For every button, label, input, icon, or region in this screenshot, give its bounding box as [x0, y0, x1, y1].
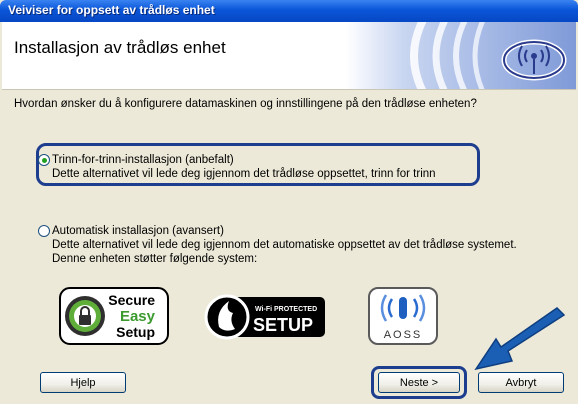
wifi-protected-setup-logo: Wi-Fi PROTECTED SETUP: [204, 294, 325, 340]
option-automatic-description-line-2: Denne enheten støtter følgende system:: [52, 253, 258, 265]
option-automatic-label: Automatisk installasjon (avansert): [52, 225, 224, 237]
ses-text-secure: Secure: [108, 292, 155, 308]
option-step-by-step-description: Dette alternativet vil lede deg igjennom…: [52, 168, 436, 180]
wps-text-top: Wi-Fi PROTECTED: [255, 306, 317, 313]
option-step-by-step-label: Trinn-for-trinn-installasjon (anbefalt): [52, 154, 234, 166]
cancel-button[interactable]: Avbryt: [478, 372, 564, 393]
aoss-logo: AOSS: [368, 287, 438, 345]
wizard-window: Veiviser for oppsett av trådløs enhet In…: [0, 0, 578, 404]
help-button[interactable]: Hjelp: [40, 372, 126, 393]
header-panel: Installasjon av trådløs enhet: [2, 22, 576, 90]
radio-automatic[interactable]: [38, 225, 50, 237]
option-automatic-description-line-1: Dette alternativet vil lede deg igjennom…: [52, 239, 517, 251]
ses-text-setup: Setup: [116, 324, 155, 340]
option-step-by-step[interactable]: Trinn-for-trinn-installasjon (anbefalt) …: [38, 153, 436, 181]
wireless-banner-graphic: [346, 22, 576, 89]
secure-easy-setup-logo: Secure Easy Setup: [59, 287, 169, 345]
radio-selected-dot: [41, 157, 47, 163]
wps-text-bottom: SETUP: [253, 315, 313, 335]
question-text: Hvordan ønsker du å konfigurere datamask…: [14, 98, 477, 110]
next-button[interactable]: Neste >: [378, 372, 460, 393]
title-bar[interactable]: Veiviser for oppsett av trådløs enhet: [0, 0, 578, 22]
page-heading: Installasjon av trådløs enhet: [14, 38, 226, 57]
option-automatic[interactable]: Automatisk installasjon (avansert) Dette…: [38, 224, 517, 266]
aoss-text: AOSS: [384, 329, 423, 341]
radio-step-by-step[interactable]: [38, 154, 50, 166]
ses-text-easy: Easy: [120, 308, 156, 325]
window-title: Veiviser for oppsett av trådløs enhet: [8, 3, 215, 17]
arrow-pointer-icon: [474, 307, 566, 371]
